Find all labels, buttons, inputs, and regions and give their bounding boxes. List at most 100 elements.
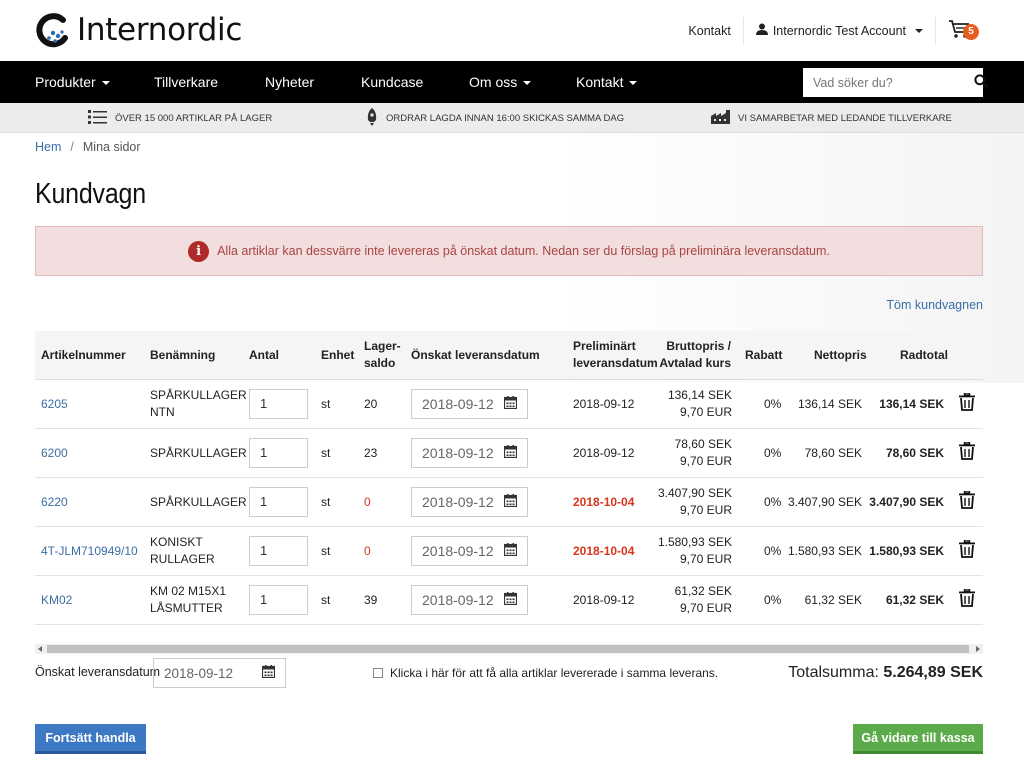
net-price: 61,32 SEK	[804, 592, 862, 607]
preliminary-date: 2018-09-12	[573, 592, 635, 607]
chevron-down-icon	[523, 81, 532, 86]
breadcrumb-home[interactable]: Hem	[35, 140, 61, 154]
header-contact-link[interactable]: Kontakt	[676, 24, 742, 38]
nav-item-tillverkare[interactable]: Tillverkare	[154, 61, 218, 103]
wanted-date-input[interactable]: 2018-09-12	[411, 487, 528, 517]
calendar-icon	[261, 665, 276, 681]
same-delivery-checkbox[interactable]	[373, 668, 383, 678]
trash-icon	[959, 489, 975, 514]
search-button[interactable]	[974, 68, 988, 97]
list-icon	[88, 109, 107, 127]
unit: st	[321, 445, 331, 460]
product-name: KM 02 M15X1 LÅSMUTTER	[150, 584, 227, 615]
stock-balance: 0	[364, 494, 371, 509]
same-delivery-option[interactable]: Klicka i här för att få alla artiklar le…	[373, 666, 718, 680]
alert-text: Alla artiklar kan dessvärre inte leverer…	[217, 244, 830, 258]
clear-cart-link[interactable]: Töm kundvagnen	[886, 298, 983, 312]
cart-table: Artikelnummer Benämning Antal Enhet Lage…	[35, 331, 983, 625]
row-total: 78,60 SEK	[885, 445, 944, 460]
scrollbar-thumb[interactable]	[47, 645, 969, 653]
cart-total: Totalsumma: 5.264,89 SEK	[788, 664, 983, 682]
gross-price: 136,14 SEK 9,70 EUR	[667, 388, 732, 419]
product-name: SPÅRKULLAGER	[150, 494, 247, 509]
scroll-right-icon[interactable]	[976, 646, 980, 652]
scroll-left-icon[interactable]	[38, 646, 42, 652]
site-header: Internordic Kontakt Internordic Test Acc…	[0, 0, 1024, 61]
wanted-date-input[interactable]: 2018-09-12	[411, 536, 528, 566]
unit: st	[321, 396, 331, 411]
table-body: 6205 SPÅRKULLAGER NTN 1st 20 2018-09-12 2018-0…	[35, 380, 983, 625]
wanted-date-label: Önskat leveransdatum	[35, 665, 161, 679]
breadcrumb-separator: /	[70, 140, 74, 154]
article-link[interactable]: KM02	[41, 592, 72, 609]
trash-icon	[959, 587, 975, 612]
quantity-input[interactable]: 1	[249, 438, 308, 468]
col-header-discount: Rabatt	[745, 347, 783, 362]
quantity-input[interactable]: 1	[249, 585, 308, 615]
article-link[interactable]: 6220	[41, 494, 68, 511]
horizontal-scrollbar[interactable]	[35, 644, 983, 654]
wanted-date-input[interactable]: 2018-09-12	[411, 389, 528, 419]
total-label: Totalsumma:	[788, 664, 879, 681]
calendar-icon	[503, 395, 518, 413]
preliminary-date: 2018-10-04	[573, 543, 635, 558]
search-bar	[803, 68, 988, 97]
account-menu[interactable]: Internordic Test Account	[742, 16, 935, 45]
calendar-icon	[503, 444, 518, 462]
cart-button[interactable]: 5	[935, 16, 979, 45]
cart-count-badge: 5	[963, 23, 979, 40]
calendar-icon	[503, 591, 518, 609]
wanted-date-value: 2018-09-12	[164, 665, 234, 681]
table-row: 6205 SPÅRKULLAGER NTN 1 st 20 2018-09-12 2018-0…	[35, 380, 983, 429]
info-icon: i	[188, 240, 210, 262]
wanted-date-input[interactable]: 2018-09-12	[411, 438, 528, 468]
nav-item-om-oss[interactable]: Om oss	[469, 61, 532, 103]
delete-row-button[interactable]	[959, 478, 975, 526]
row-total: 136,14 SEK	[879, 396, 944, 411]
col-header-gross-price: Bruttopris / Avtalad kurs	[659, 339, 731, 370]
wanted-date-input[interactable]: 2018-09-12	[411, 585, 528, 615]
delete-row-button[interactable]	[959, 429, 975, 477]
search-icon	[974, 74, 988, 91]
usp-item-manufacturers: VI SAMARBETAR MED LEDANDE TILLVERKARE	[711, 103, 952, 133]
search-input[interactable]	[803, 68, 974, 97]
checkout-button[interactable]: Gå vidare till kassa	[853, 724, 983, 754]
article-link[interactable]: 4T-JLM710949/10	[41, 543, 138, 560]
quantity-input[interactable]: 1	[249, 487, 308, 517]
table-header: Artikelnummer Benämning Antal Enhet Lage…	[35, 331, 983, 380]
brand-name: Internordic	[77, 11, 243, 48]
chevron-down-icon	[915, 28, 923, 33]
nav-item-produkter[interactable]: Produkter	[35, 61, 110, 103]
quantity-input[interactable]: 1	[249, 536, 308, 566]
delete-row-button[interactable]	[959, 380, 975, 428]
header-utilities: Kontakt Internordic Test Account 5	[676, 0, 979, 61]
calendar-icon	[503, 542, 518, 560]
gross-price: 3.407,90 SEK 9,70 EUR	[657, 486, 732, 517]
nav-item-kontakt[interactable]: Kontakt	[576, 61, 638, 103]
preliminary-date: 2018-09-12	[573, 396, 635, 411]
continue-shopping-button[interactable]: Fortsätt handla	[35, 724, 146, 754]
delivery-alert: i Alla artiklar kan dessvärre inte lever…	[35, 226, 983, 276]
row-total: 61,32 SEK	[885, 592, 944, 607]
delete-row-button[interactable]	[959, 576, 975, 624]
col-header-net-price: Nettopris	[814, 347, 867, 362]
gross-price: 61,32 SEK 9,70 EUR	[674, 584, 732, 615]
row-total: 3.407,90 SEK	[869, 494, 944, 509]
unit: st	[321, 543, 331, 558]
col-header-prelim-date: Preliminärt leveransdatum	[573, 339, 658, 370]
chevron-down-icon	[101, 81, 110, 86]
nav-item-nyheter[interactable]: Nyheter	[265, 61, 314, 103]
nav-item-kundcase[interactable]: Kundcase	[361, 61, 423, 103]
product-name: KONISKT RULLAGER	[150, 535, 215, 566]
brand-logo[interactable]: Internordic	[35, 12, 242, 48]
table-row: 6220 SPÅRKULLAGER 1 st 0 2018-09-12 2018-10-04…	[35, 478, 983, 527]
wanted-date-field[interactable]: 2018-09-12	[153, 658, 286, 688]
chevron-down-icon	[629, 81, 638, 86]
quantity-input[interactable]: 1	[249, 389, 308, 419]
col-header-name: Benämning	[150, 347, 216, 362]
net-price: 78,60 SEK	[804, 445, 862, 460]
delete-row-button[interactable]	[959, 527, 975, 575]
net-price: 1.580,93 SEK	[787, 543, 862, 558]
article-link[interactable]: 6200	[41, 445, 68, 462]
article-link[interactable]: 6205	[41, 396, 68, 413]
